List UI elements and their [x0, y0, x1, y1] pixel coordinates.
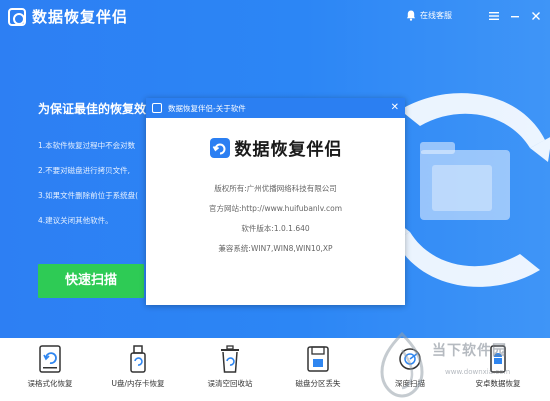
dialog-close-icon[interactable]: ✕	[391, 101, 399, 115]
website-text: 官方网站:http://www.huifubanlv.com	[208, 204, 343, 213]
dialog-brand: 数据恢复伴侣	[146, 135, 405, 160]
tip-item: 1.本软件恢复过程中不会对数	[38, 141, 136, 150]
brand-name: 数据恢复伴侣	[234, 140, 343, 160]
usb-drive-icon	[130, 345, 146, 373]
copyright-text: 版权所有:广州优播网络科技有限公司	[214, 184, 337, 193]
compat-text: 兼容系统:WIN7,WIN8,WIN10,XP	[218, 244, 333, 253]
tip-item: 4.建议关闭其他软件。	[38, 216, 113, 225]
tips-list: 1.本软件恢复过程中不会对数 2.不要对磁盘进行拷贝文件, 3.如果文件删除前位…	[38, 141, 158, 241]
tip-item: 3.如果文件删除前位于系统盘(	[38, 191, 139, 200]
quick-scan-button[interactable]: 快速扫描	[38, 264, 144, 298]
menu-icon[interactable]	[487, 9, 501, 23]
about-dialog: 数据恢复伴侣-关于软件 ✕ 数据恢复伴侣 版权所有:广州优播网络科技有限公司 官…	[146, 98, 405, 305]
app-title: 数据恢复伴侣	[32, 8, 129, 26]
drive-restore-icon	[39, 345, 61, 373]
tool-label: U盘/内存卡恢复	[111, 379, 165, 388]
watermark-name: 当下软件园	[432, 343, 507, 359]
recovery-arrows-illustration	[388, 93, 550, 287]
dialog-title-bar: 数据恢复伴侣-关于软件 ✕	[146, 98, 405, 118]
app-logo-icon	[8, 8, 26, 26]
online-service-label: 在线客服	[420, 11, 452, 20]
tool-recycle-bin[interactable]: 误清空回收站	[190, 344, 270, 389]
watermark-url: www.downxia.com	[445, 368, 511, 376]
dialog-app-icon	[152, 103, 162, 113]
recycle-bin-icon	[221, 345, 239, 373]
tip-item: 2.不要对磁盘进行拷贝文件,	[38, 166, 131, 175]
app-window: 数据恢复伴侣 在线客服 为保证最佳的恢复效果 1.本软件恢复过程中不会对数 2.…	[0, 0, 550, 401]
watermark-logo	[380, 331, 424, 398]
tool-label: 磁盘分区丢失	[295, 379, 341, 388]
tool-usb-recovery[interactable]: U盘/内存卡恢复	[98, 344, 178, 389]
about-info: 版权所有:广州优播网络科技有限公司 官方网站:http://www.huifub…	[146, 183, 405, 263]
close-icon[interactable]	[529, 9, 543, 23]
tool-format-recovery[interactable]: 误格式化恢复	[10, 344, 90, 389]
tool-partition-lost[interactable]: 磁盘分区丢失	[278, 344, 358, 389]
brand-logo-icon	[209, 137, 230, 158]
title-bar: 数据恢复伴侣 在线客服	[0, 0, 550, 34]
minimize-icon[interactable]	[508, 9, 522, 23]
tool-label: 误格式化恢复	[27, 379, 73, 388]
tool-label: 误清空回收站	[207, 379, 253, 388]
disk-partition-icon	[307, 346, 329, 372]
online-service-link[interactable]: 在线客服	[406, 10, 452, 21]
headline: 为保证最佳的恢复效果	[38, 102, 159, 116]
dialog-title: 数据恢复伴侣-关于软件	[168, 104, 246, 113]
bell-icon	[406, 10, 416, 21]
tool-label: 安卓数据恢复	[475, 379, 521, 388]
version-text: 软件版本:1.0.1.640	[241, 224, 310, 233]
